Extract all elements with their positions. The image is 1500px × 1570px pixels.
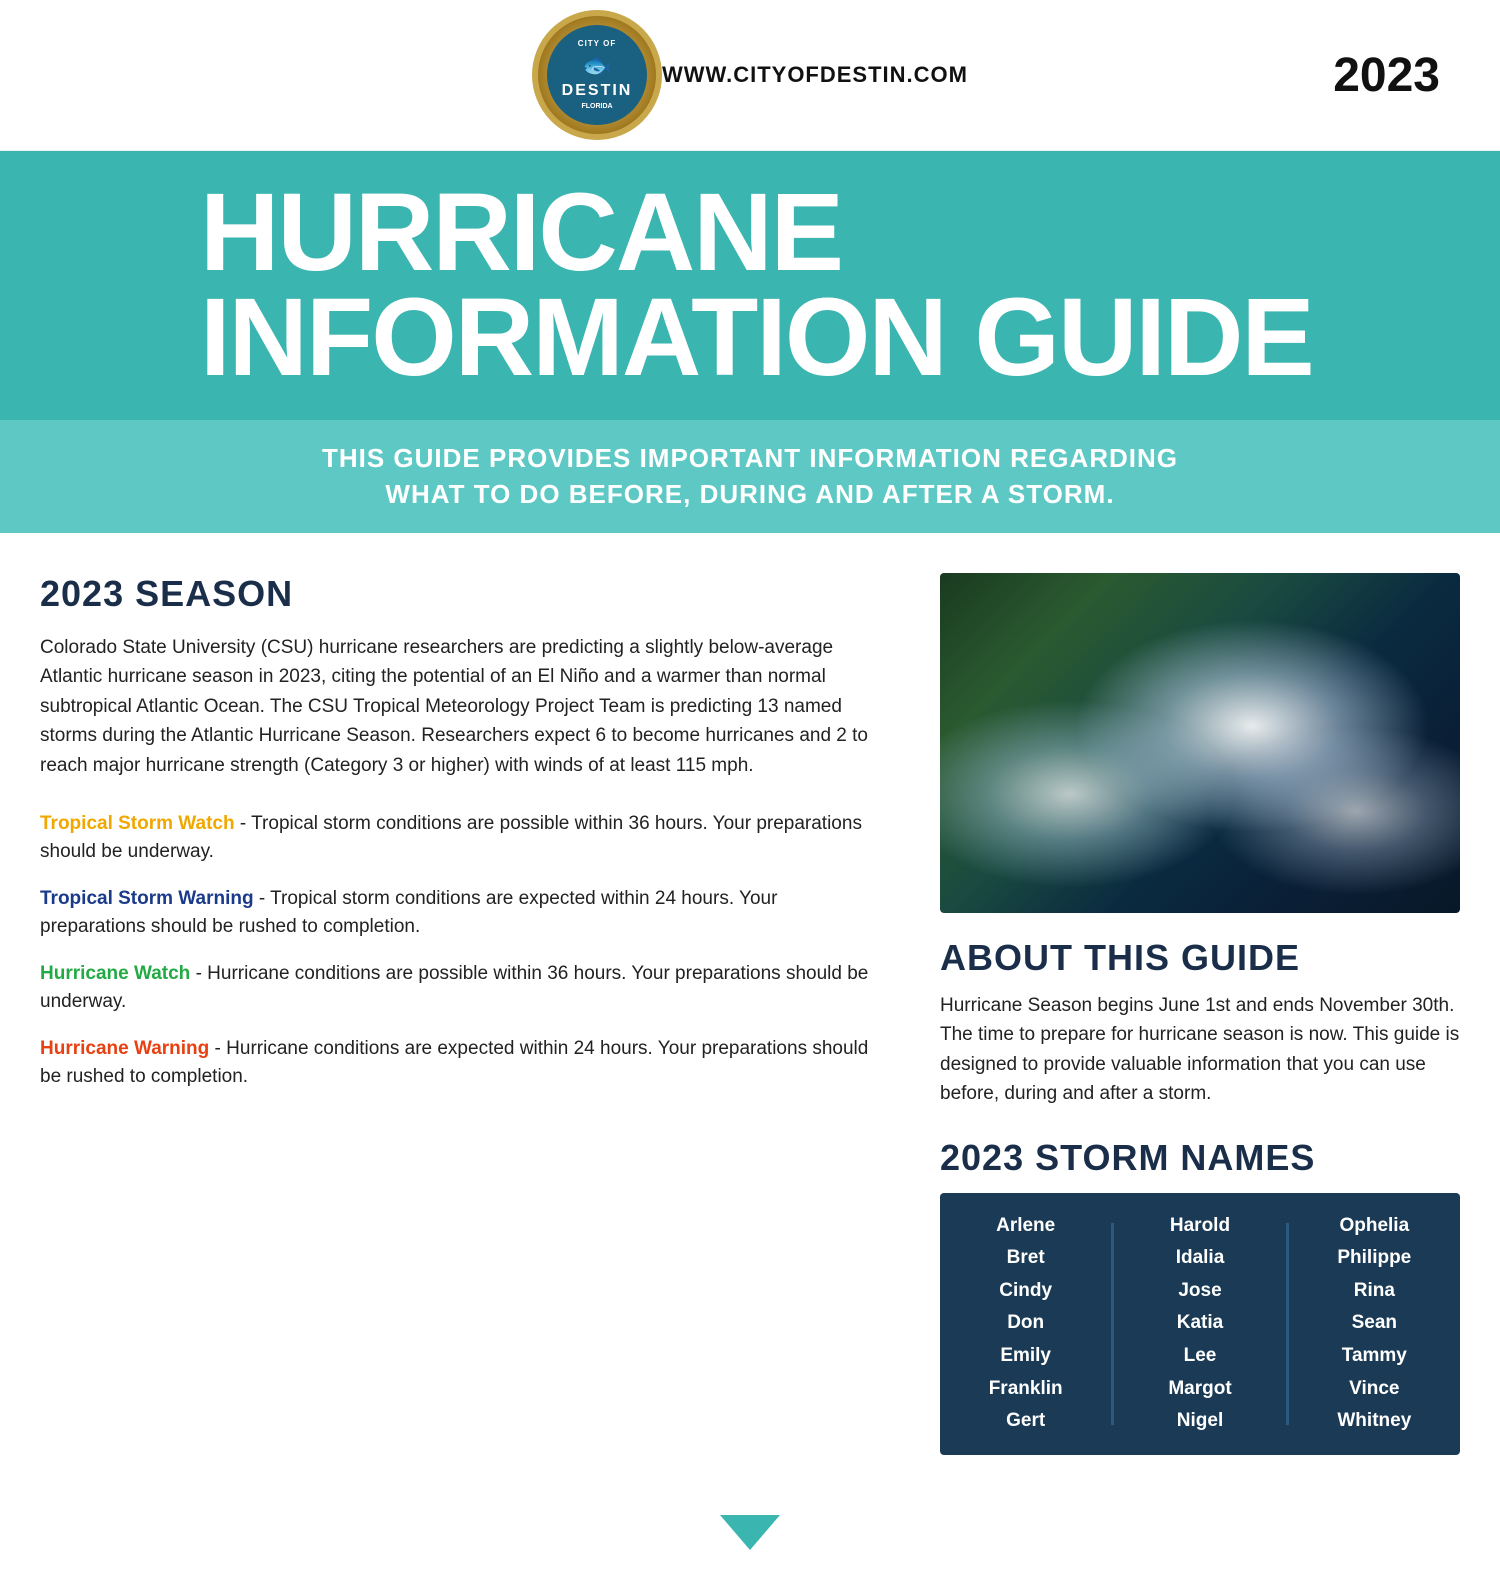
tropical-storm-watch-text: Tropical Storm Watch - Tropical storm co…	[40, 810, 880, 867]
city-logo: CITY OF 🐟 DESTIN FLORIDA	[532, 10, 662, 140]
storm-name-item: Philippe	[1337, 1245, 1411, 1272]
hurricane-satellite-image	[940, 573, 1460, 913]
title-line2: INFORMATION GUIDE	[200, 286, 1313, 391]
about-body: Hurricane Season begins June 1st and end…	[940, 991, 1460, 1109]
storm-name-item: Arlene	[996, 1213, 1055, 1240]
storm-name-item: Harold	[1170, 1213, 1230, 1240]
storm-name-item: Idalia	[1176, 1245, 1225, 1272]
left-column: 2023 SEASON Colorado State University (C…	[40, 573, 900, 1455]
season-title: 2023 SEASON	[40, 573, 880, 615]
storm-name-item: Franklin	[989, 1376, 1063, 1403]
storm-name-item: Lee	[1184, 1343, 1217, 1370]
image-simulation	[940, 573, 1460, 913]
hurricane-watch-label: Hurricane Watch	[40, 963, 190, 984]
storm-name-item: Sean	[1352, 1310, 1397, 1337]
storm-col-1: Arlene Bret Cindy Don Emily Franklin Gert	[940, 1213, 1111, 1435]
storm-name-item: Rina	[1354, 1278, 1395, 1305]
storm-name-item: Nigel	[1177, 1408, 1223, 1435]
tropical-storm-watch-block: Tropical Storm Watch - Tropical storm co…	[40, 810, 880, 867]
right-column: ABOUT THIS GUIDE Hurricane Season begins…	[940, 573, 1460, 1455]
hurricane-warning-text: Hurricane Warning - Hurricane conditions…	[40, 1035, 880, 1092]
storm-col-3: Ophelia Philippe Rina Sean Tammy Vince Whitney	[1289, 1213, 1460, 1435]
hurricane-warning-block: Hurricane Warning - Hurricane conditions…	[40, 1035, 880, 1092]
storm-name-item: Cindy	[999, 1278, 1052, 1305]
subtitle-line1: THIS GUIDE PROVIDES IMPORTANT INFORMATIO…	[40, 440, 1460, 476]
season-body: Colorado State University (CSU) hurrican…	[40, 633, 880, 780]
logo-city: CITY OF	[578, 39, 616, 49]
tropical-storm-warning-block: Tropical Storm Warning - Tropical storm …	[40, 885, 880, 942]
tropical-storm-warning-label: Tropical Storm Warning	[40, 888, 254, 909]
about-title: ABOUT THIS GUIDE	[940, 937, 1460, 979]
tropical-storm-warning-text: Tropical Storm Warning - Tropical storm …	[40, 885, 880, 942]
logo-destin: DESTIN	[562, 81, 633, 102]
logo-fish-icon: 🐟	[582, 50, 612, 81]
storm-col-2: Harold Idalia Jose Katia Lee Margot Nigel	[1114, 1213, 1285, 1435]
storm-name-item: Bret	[1007, 1245, 1045, 1272]
main-content: 2023 SEASON Colorado State University (C…	[0, 533, 1500, 1495]
year-label: 2023	[1333, 48, 1440, 103]
guide-title: HURRICANE INFORMATION GUIDE	[200, 181, 1313, 390]
storm-names-title: 2023 STORM NAMES	[940, 1137, 1460, 1179]
main-header: HURRICANE INFORMATION GUIDE	[0, 151, 1500, 420]
storm-name-item: Ophelia	[1339, 1213, 1409, 1240]
storm-name-item: Tammy	[1342, 1343, 1407, 1370]
logo-florida: FLORIDA	[581, 102, 612, 111]
arrow-down-icon	[720, 1515, 780, 1550]
storm-name-item: Vince	[1349, 1376, 1399, 1403]
storm-name-item: Don	[1007, 1310, 1044, 1337]
subtitle-bar: THIS GUIDE PROVIDES IMPORTANT INFORMATIO…	[0, 420, 1500, 533]
storm-name-item: Katia	[1177, 1310, 1223, 1337]
storm-name-item: Margot	[1168, 1376, 1231, 1403]
title-line1: HURRICANE	[200, 181, 1313, 286]
tropical-storm-watch-label: Tropical Storm Watch	[40, 813, 235, 834]
hurricane-watch-text: Hurricane Watch - Hurricane conditions a…	[40, 960, 880, 1017]
top-bar: CITY OF 🐟 DESTIN FLORIDA WWW.CITYOFDESTI…	[0, 0, 1500, 151]
storm-names-grid: Arlene Bret Cindy Don Emily Franklin Gert Haro…	[940, 1193, 1460, 1455]
storm-name-item: Jose	[1178, 1278, 1221, 1305]
storm-name-item: Emily	[1000, 1343, 1051, 1370]
storm-name-item: Whitney	[1337, 1408, 1411, 1435]
bottom-section	[0, 1495, 1500, 1570]
hurricane-watch-block: Hurricane Watch - Hurricane conditions a…	[40, 960, 880, 1017]
hurricane-warning-label: Hurricane Warning	[40, 1038, 209, 1059]
website-url: WWW.CITYOFDESTIN.COM	[662, 62, 968, 88]
subtitle-line2: WHAT TO DO BEFORE, DURING AND AFTER A ST…	[40, 476, 1460, 512]
storm-name-item: Gert	[1006, 1408, 1045, 1435]
